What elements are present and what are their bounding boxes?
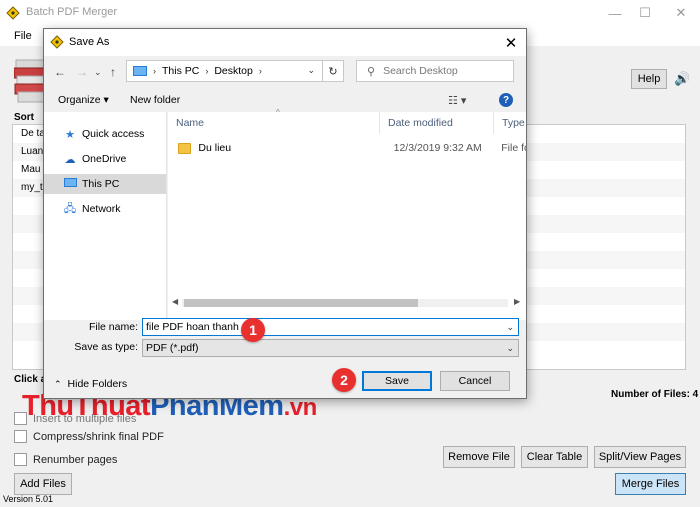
save-as-type-dropdown-icon[interactable]: ⌄ (506, 340, 514, 356)
refresh-button[interactable]: ↻ (322, 60, 344, 82)
dialog-title: Save As (69, 36, 110, 48)
computer-icon (62, 178, 78, 190)
computer-icon (133, 66, 147, 76)
search-icon: ⚲ (367, 65, 376, 78)
list-item-name: Du lieu (198, 142, 232, 154)
new-folder-button[interactable]: New folder (130, 94, 180, 106)
file-name-value: file PDF hoan thanh (146, 321, 239, 333)
renumber-label: Renumber pages (33, 453, 118, 466)
app-logo-icon (50, 35, 64, 49)
scroll-left-icon[interactable]: ◀ (172, 297, 178, 306)
compress-label: Compress/shrink final PDF (33, 430, 164, 443)
save-as-type-value: PDF (*.pdf) (146, 342, 199, 354)
cloud-icon: ☁ (64, 153, 76, 166)
app-logo-icon (6, 6, 20, 20)
star-icon: ★ (65, 128, 75, 141)
nav-item-quick-access[interactable]: ★ Quick access (44, 124, 166, 144)
search-placeholder: Search Desktop (383, 65, 458, 77)
hide-folders-toggle[interactable]: ⌃ Hide Folders (54, 378, 127, 390)
step-marker-1: 1 (241, 318, 265, 342)
column-header-name[interactable]: Name (168, 112, 380, 134)
sort-label: Sort (14, 112, 34, 123)
view-options-icon[interactable]: ☷ ▾ (448, 94, 466, 107)
minimize-icon[interactable]: — (598, 0, 632, 26)
app-titlebar: Batch PDF Merger — ☐ ✕ (0, 0, 700, 26)
help-button[interactable]: Help (631, 69, 667, 89)
list-item-date: 12/3/2019 9:32 AM (393, 142, 482, 154)
address-bar[interactable]: › This PC › Desktop › ⌄ (126, 60, 344, 82)
nav-item-label: Network (82, 203, 121, 215)
dialog-titlebar: Save As ✕ (44, 29, 526, 56)
breadcrumb-separator-icon: › (258, 66, 262, 76)
save-as-type-label: Save as type: (74, 341, 138, 353)
breadcrumb-desktop[interactable]: Desktop (214, 65, 253, 77)
breadcrumb-this-pc[interactable]: This PC (162, 65, 199, 77)
file-name-input[interactable]: file PDF hoan thanh ⌄ (142, 318, 519, 336)
close-icon[interactable]: ✕ (664, 0, 698, 26)
nav-item-label: Quick access (82, 128, 145, 140)
forward-arrow-icon[interactable]: → (76, 65, 88, 79)
back-arrow-icon[interactable]: ← (54, 65, 66, 79)
breadcrumb-separator-icon: › (153, 66, 156, 76)
file-name-label: File name: (88, 321, 138, 333)
scroll-right-icon[interactable]: ▶ (514, 297, 520, 306)
hide-folders-label: Hide Folders (67, 378, 128, 390)
address-dropdown-icon[interactable]: ⌄ (307, 65, 315, 76)
nav-item-onedrive[interactable]: ☁ OneDrive (44, 149, 166, 169)
cancel-button[interactable]: Cancel (440, 371, 510, 391)
compress-checkbox[interactable] (14, 430, 27, 443)
menu-file[interactable]: File (14, 30, 32, 42)
save-button[interactable]: Save (362, 371, 432, 391)
nav-item-label: OneDrive (82, 153, 127, 165)
compress-option[interactable]: Compress/shrink final PDF (14, 430, 164, 443)
merge-files-button[interactable]: Merge Files (615, 473, 686, 495)
search-input[interactable]: ⚲ Search Desktop (356, 60, 514, 82)
chevron-up-icon: ⌃ (54, 378, 62, 389)
renumber-checkbox[interactable] (14, 453, 27, 466)
refresh-icon: ↻ (328, 65, 338, 78)
app-title: Batch PDF Merger (26, 6, 118, 18)
dialog-close-icon[interactable]: ✕ (496, 29, 526, 56)
number-of-files-label: Number of Files: 4 (611, 389, 699, 400)
breadcrumb-separator-icon: › (205, 66, 209, 76)
clear-table-button[interactable]: Clear Table (521, 446, 588, 468)
navigation-pane: ★ Quick access ☁ OneDrive This PC 🖧 Netw… (44, 112, 167, 320)
horizontal-scrollbar[interactable]: ◀ ▶ (168, 295, 526, 311)
organize-menu[interactable]: Organize ▾ (58, 94, 109, 106)
help-icon[interactable]: ? (499, 93, 513, 107)
save-as-type-select[interactable]: PDF (*.pdf) ⌄ (142, 339, 519, 357)
recent-chevron-icon[interactable]: ⌄ (94, 67, 102, 78)
command-bar: Organize ▾ New folder ☷ ▾ ? (44, 90, 526, 112)
list-item[interactable]: Du lieu 12/3/2019 9:32 AM File fo (178, 138, 526, 158)
navigation-bar: ← → ⌄ ↑ › This PC › Desktop › ⌄ ↻ ⚲ Sear… (44, 56, 526, 90)
nav-item-network[interactable]: 🖧 Network (44, 199, 166, 219)
remove-file-button[interactable]: Remove File (443, 446, 515, 468)
scroll-thumb[interactable] (184, 299, 418, 307)
speaker-icon[interactable]: 🔊 (674, 71, 690, 87)
network-icon: 🖧 (63, 202, 77, 215)
renumber-option[interactable]: Renumber pages (14, 453, 117, 466)
save-as-dialog: Save As ✕ ← → ⌄ ↑ › This PC › Desktop › … (43, 28, 527, 399)
file-list-pane: ^ Name Date modified Type Du lieu 12/3/2… (168, 108, 526, 320)
version-label: Version 5.01 (3, 494, 54, 504)
nav-item-this-pc[interactable]: This PC (44, 174, 166, 194)
split-view-pages-button[interactable]: Split/View Pages (594, 446, 686, 468)
add-files-button[interactable]: Add Files (14, 473, 72, 495)
file-name-dropdown-icon[interactable]: ⌄ (506, 319, 514, 335)
step-marker-2: 2 (332, 368, 356, 392)
instruction-label: Click a (14, 374, 47, 385)
maximize-icon[interactable]: ☐ (628, 0, 662, 26)
up-arrow-icon[interactable]: ↑ (110, 65, 116, 79)
column-header-type[interactable]: Type (494, 112, 526, 134)
folder-icon (178, 142, 192, 154)
column-header-date-modified[interactable]: Date modified (380, 112, 494, 134)
nav-item-label: This PC (82, 178, 120, 190)
list-item-type: File fo (501, 142, 526, 154)
